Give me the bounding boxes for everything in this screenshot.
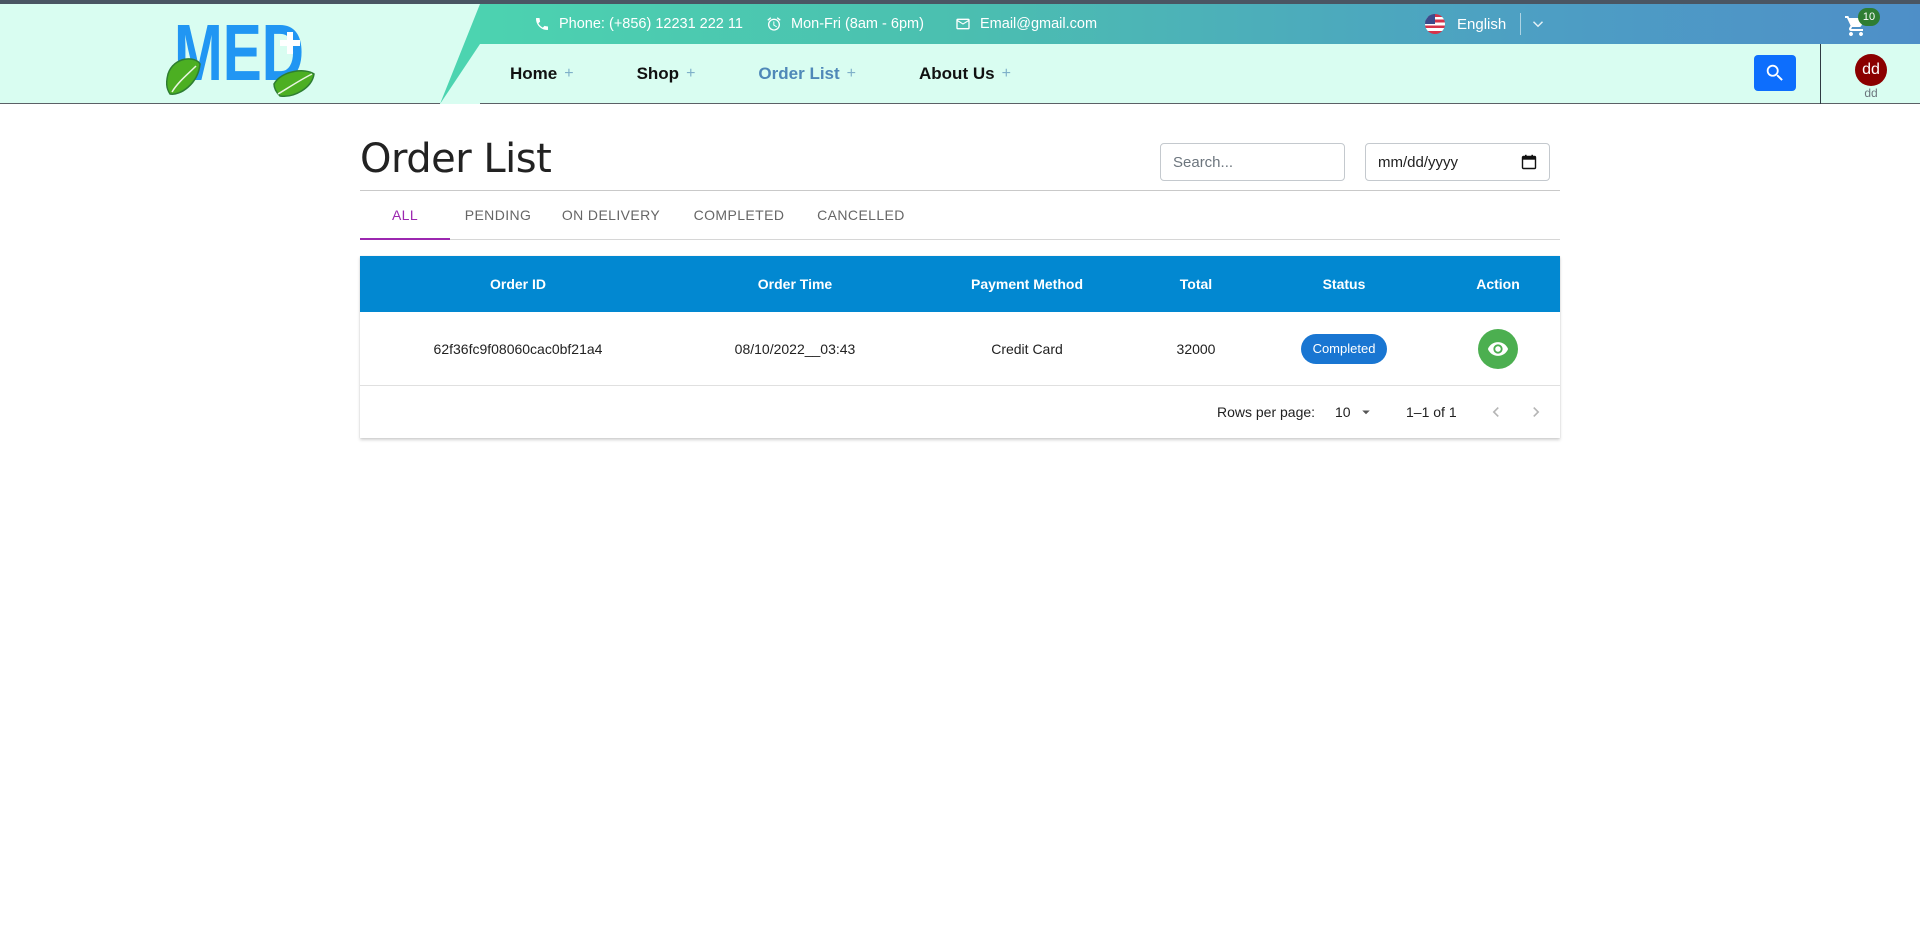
email-text: Email@gmail.com [980, 16, 1098, 32]
date-filter-input[interactable]: mm/dd/yyyy [1365, 143, 1550, 181]
nav-item-order-list[interactable]: Order List + [758, 64, 856, 84]
orders-table: Order ID Order Time Payment Method Total… [360, 256, 1560, 438]
cart-button[interactable]: 10 [1844, 8, 1880, 38]
page-title: Order List [360, 136, 552, 182]
chevron-left-icon [1492, 407, 1499, 417]
nav-item-shop[interactable]: Shop + [637, 64, 696, 84]
column-header-action: Action [1476, 276, 1520, 292]
column-header-total[interactable]: Total [1140, 256, 1252, 312]
chevron-right-icon [1533, 407, 1540, 417]
dropdown-arrow-icon [1361, 410, 1370, 415]
nav-item-about-us[interactable]: About Us + [919, 64, 1011, 84]
user-name: dd [1864, 86, 1878, 100]
main-nav: Home + Shop + Order List + About Us + [510, 44, 1011, 104]
table-row: 62f36fc9f08060cac0bf21a4 08/10/2022__03:… [360, 312, 1560, 386]
column-header-payment-method[interactable]: Payment Method [914, 256, 1140, 312]
plus-icon: + [846, 65, 857, 82]
phone-icon [536, 18, 548, 30]
phone-info: Phone: (+856) 12231 222 11 [534, 4, 743, 44]
payment-method-cell: Credit Card [991, 341, 1063, 357]
action-cell [1436, 312, 1560, 386]
nav-label: About Us [919, 64, 995, 83]
nav-label: Home [510, 64, 558, 83]
tab-on-delivery[interactable]: ON DELIVERY [546, 191, 676, 239]
header-divider [1820, 44, 1821, 104]
us-flag-icon [1425, 14, 1445, 34]
plus-icon: + [564, 65, 574, 82]
table-header: Order ID Order Time Payment Method Total… [360, 256, 1560, 312]
topbar-slant-decoration [440, 4, 480, 104]
column-header-status[interactable]: Status [1252, 256, 1436, 312]
tab-completed[interactable]: COMPLETED [676, 191, 802, 239]
med-logo[interactable]: MED [166, 12, 316, 98]
rows-per-page-value: 10 [1335, 404, 1351, 420]
previous-page-button[interactable] [1482, 398, 1510, 426]
column-header-order-id[interactable]: Order ID [360, 256, 676, 312]
nav-label: Shop [636, 64, 680, 83]
status-badge: Completed [1300, 334, 1388, 364]
plus-icon: + [686, 65, 696, 82]
order-time-cell: 08/10/2022__03:43 [734, 341, 856, 357]
next-page-button[interactable] [1522, 398, 1550, 426]
rows-per-page-label: Rows per page: [1217, 404, 1316, 420]
nav-label: Order List [758, 64, 840, 83]
eye-icon [1487, 342, 1509, 356]
nav-item-home[interactable]: Home + [510, 64, 574, 84]
alarm-clock-icon [767, 17, 781, 31]
hours-info: Mon-Fri (8am - 6pm) [766, 4, 924, 44]
view-order-button[interactable] [1478, 329, 1518, 369]
date-placeholder: mm/dd/yyyy [1378, 153, 1459, 171]
total-cell: 32000 [1176, 341, 1216, 357]
header-search-button[interactable] [1754, 55, 1796, 91]
order-status-tabs: ALL PENDING ON DELIVERY COMPLETED CANCEL… [360, 190, 1560, 240]
table-pagination: Rows per page: 10 1–1 of 1 [360, 386, 1560, 438]
site-header: MED Phone: (+856) 12231 222 11 Mon-Fri (… [0, 0, 1920, 104]
order-id-cell: 62f36fc9f08060cac0bf21a4 [433, 341, 603, 357]
phone-text: Phone: (+856) 12231 222 11 [559, 16, 743, 32]
email-info: Email@gmail.com [955, 4, 1097, 44]
tab-pending[interactable]: PENDING [450, 191, 546, 239]
language-selector[interactable]: English [1425, 4, 1547, 44]
hours-text: Mon-Fri (8am - 6pm) [791, 16, 924, 32]
column-header-order-time[interactable]: Order Time [676, 256, 914, 312]
cart-count-badge: 10 [1858, 8, 1880, 26]
avatar[interactable]: dd [1855, 54, 1887, 86]
mail-icon [956, 18, 970, 30]
rows-per-page-select[interactable]: 10 [1335, 386, 1375, 438]
language-divider [1520, 13, 1522, 35]
tab-all[interactable]: ALL [360, 191, 450, 240]
pagination-range: 1–1 of 1 [1406, 404, 1457, 420]
search-icon [1766, 64, 1783, 81]
plus-icon: + [1001, 65, 1011, 82]
language-label: English [1457, 15, 1507, 33]
status-cell: Completed [1252, 312, 1436, 386]
calendar-icon[interactable] [1521, 154, 1537, 170]
search-input[interactable] [1160, 143, 1345, 181]
tab-cancelled[interactable]: CANCELLED [802, 191, 920, 239]
chevron-down-icon[interactable] [1529, 15, 1547, 33]
